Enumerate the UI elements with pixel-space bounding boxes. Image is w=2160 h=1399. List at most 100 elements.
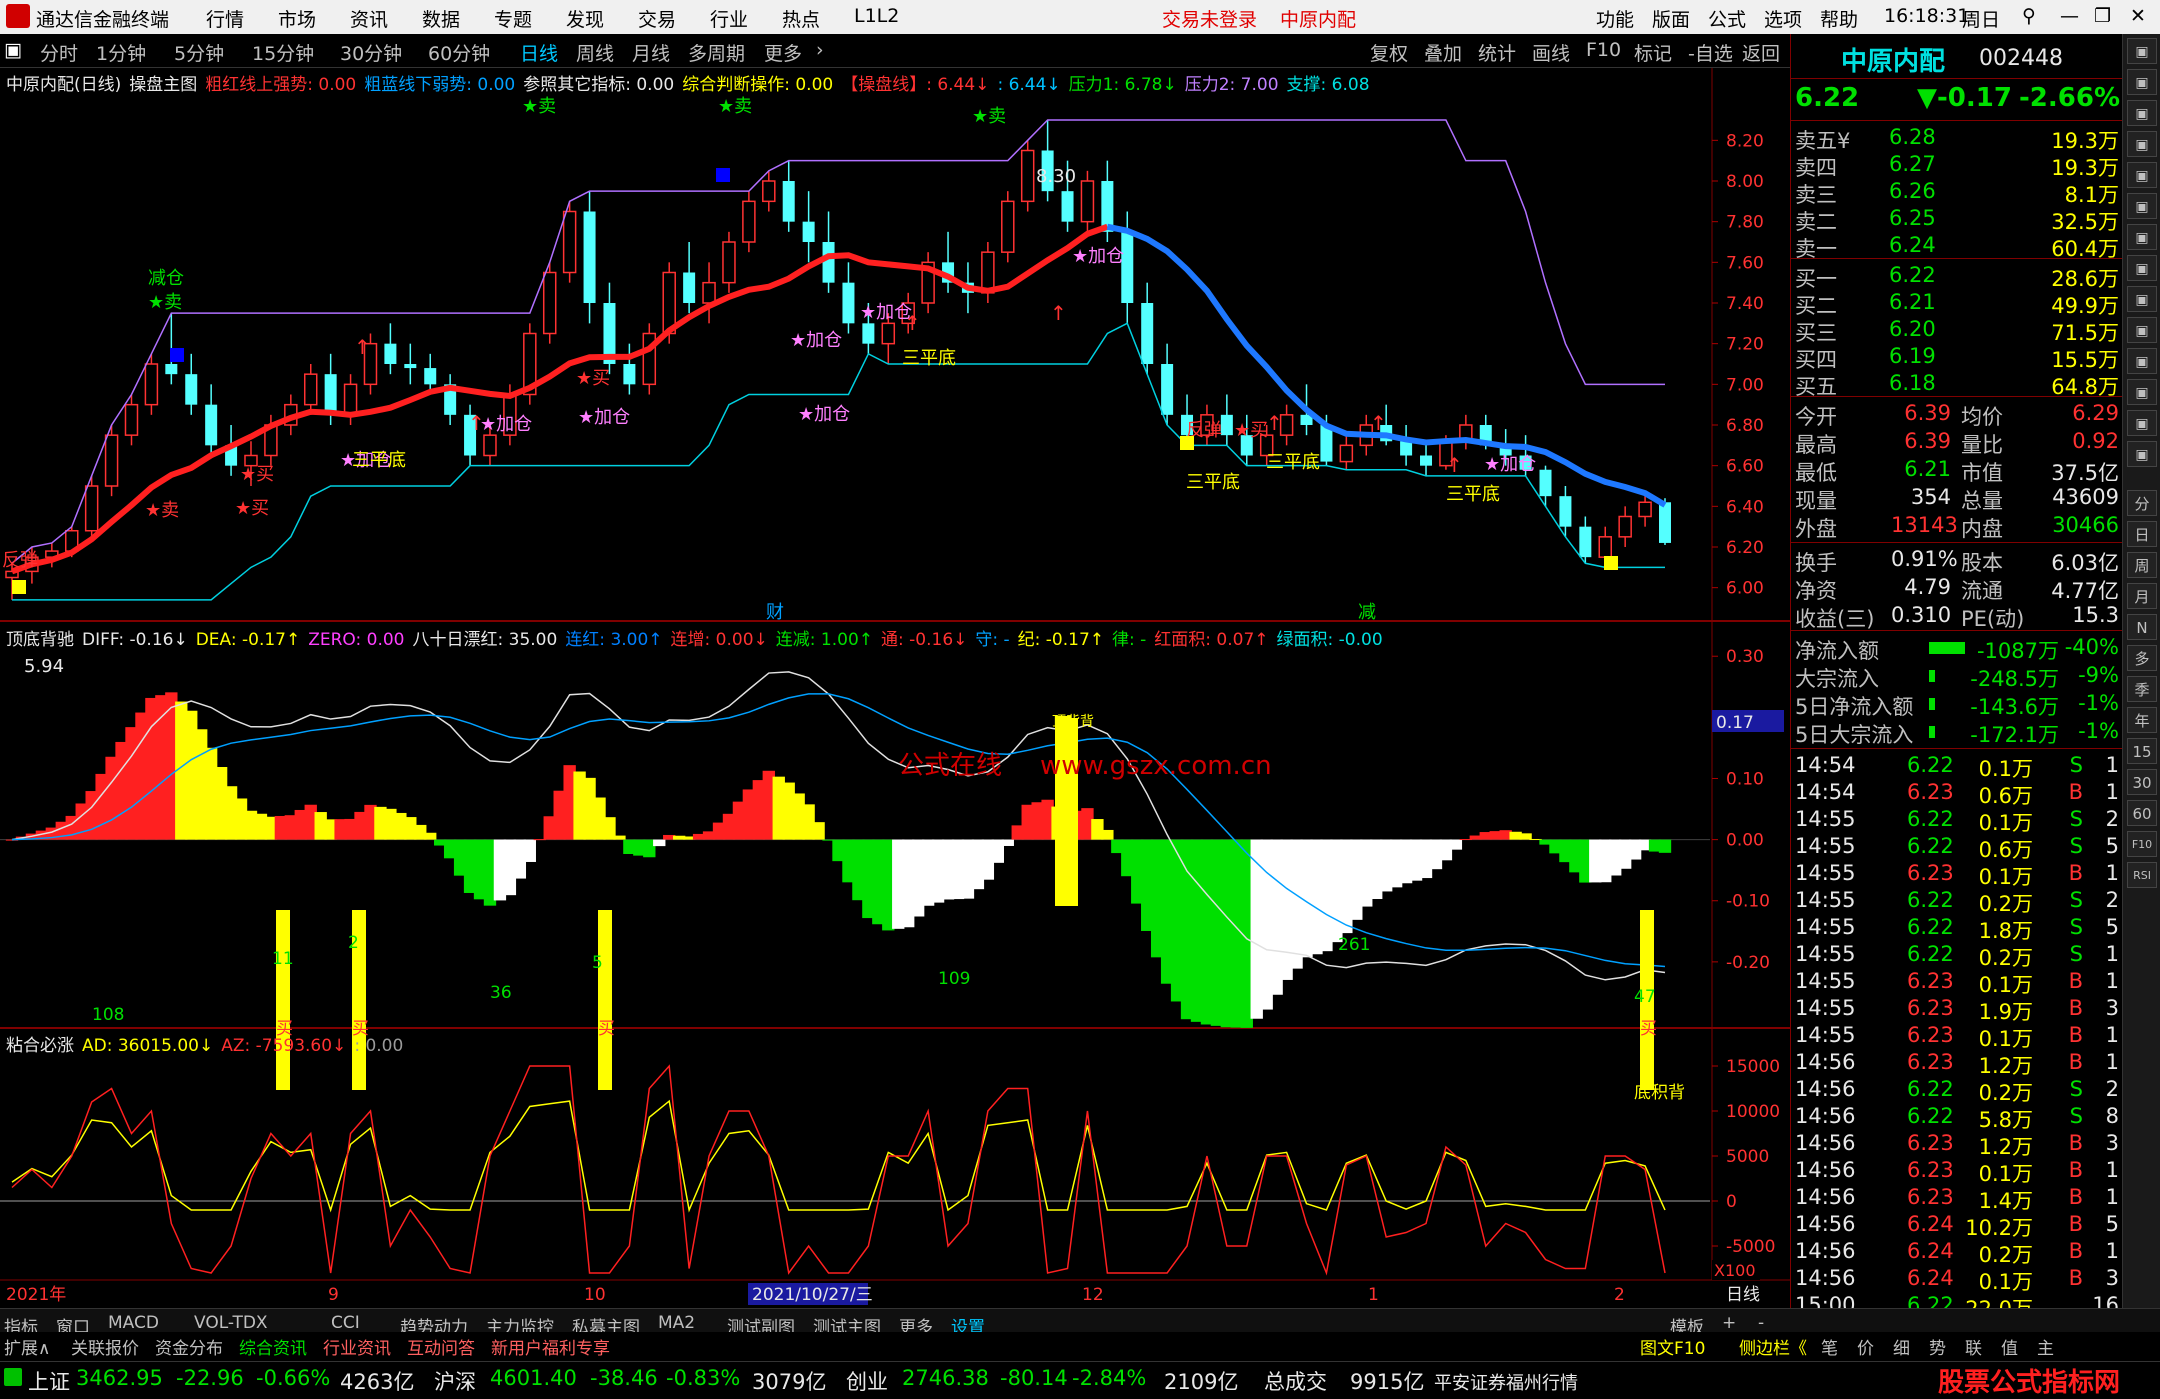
side-tool-icon[interactable]: ▣	[2127, 379, 2157, 405]
ask-row[interactable]: 卖五¥ 6.28 19.3万	[1791, 124, 2123, 153]
ask-row[interactable]: 卖三 6.26 8.1万	[1791, 178, 2123, 207]
side-panel-tab[interactable]: 侧边栏《	[1739, 1334, 1807, 1359]
side-panel-tab[interactable]: 细	[1893, 1334, 1910, 1359]
search-icon[interactable]: ⚲	[2022, 5, 2036, 27]
tick-row[interactable]: 14:55 6.22 0.2万 S 2	[1791, 887, 2123, 916]
menu-help[interactable]: 帮助	[1820, 5, 1858, 32]
side-panel-tab[interactable]: 值	[2001, 1334, 2018, 1359]
side-period-button[interactable]: N	[2127, 614, 2157, 640]
menu-hot[interactable]: 热点	[782, 5, 820, 32]
tick-row[interactable]: 14:55 6.22 0.6万 S 5	[1791, 833, 2123, 862]
side-panel-tab[interactable]: 图文F10	[1640, 1334, 1705, 1359]
menu-formula[interactable]: 公式	[1708, 5, 1746, 32]
chart-area[interactable]: 8.20 8.00 7.80 7.60 7.40 7.20 7.00 6.80 6.60 6.40…	[0, 68, 1790, 1308]
tick-row[interactable]: 14:56 6.23 1.2万 B 1	[1791, 1049, 2123, 1078]
menu-market[interactable]: 市场	[278, 5, 316, 32]
period-week[interactable]: 周线	[576, 39, 614, 66]
side-tool-icon[interactable]: ▣	[2127, 100, 2157, 126]
side-panel-tab[interactable]: 势	[1929, 1334, 1946, 1359]
menu-discover[interactable]: 发现	[566, 5, 604, 32]
close-icon[interactable]: ✕	[2130, 5, 2146, 27]
layout-icon[interactable]: ▣	[4, 39, 22, 61]
side-tool-icon[interactable]: ▣	[2127, 224, 2157, 250]
tick-row[interactable]: 14:54 6.22 0.1万 S 1	[1791, 752, 2123, 781]
minimize-icon[interactable]: —	[2060, 5, 2079, 27]
login-status[interactable]: 交易未登录	[1162, 5, 1257, 32]
back-button[interactable]: 返回	[1742, 39, 1780, 66]
template-tab[interactable]: -	[1758, 1313, 1764, 1333]
side-tool-icon[interactable]: ▣	[2127, 131, 2157, 157]
info-tab[interactable]: 行业资讯	[323, 1334, 391, 1359]
side-period-button[interactable]: 年	[2127, 707, 2157, 733]
tick-row[interactable]: 14:56 6.23 1.4万 B 1	[1791, 1184, 2123, 1213]
tick-row[interactable]: 14:55 6.23 0.1万 B 1	[1791, 1022, 2123, 1051]
tick-row[interactable]: 14:56 6.22 0.2万 S 2	[1791, 1076, 2123, 1105]
bid-row[interactable]: 买五 6.18 64.8万	[1791, 370, 2123, 399]
side-tool-icon[interactable]: ▣	[2127, 38, 2157, 64]
menu-news[interactable]: 资讯	[350, 5, 388, 32]
period-1min[interactable]: 1分钟	[96, 39, 146, 66]
indicator-tab[interactable]: VOL-TDX	[194, 1313, 268, 1333]
side-tool-icon[interactable]: ▣	[2127, 317, 2157, 343]
period-5min[interactable]: 5分钟	[174, 39, 224, 66]
bid-row[interactable]: 买二 6.21 49.9万	[1791, 289, 2123, 318]
side-panel-tab[interactable]: 笔	[1821, 1334, 1838, 1359]
sh-index-label[interactable]: 上证	[28, 1366, 70, 1396]
menu-l1l2[interactable]: L1L2	[854, 5, 899, 27]
f10-button[interactable]: F10	[1586, 39, 1621, 61]
side-tool-icon[interactable]: ▣	[2127, 193, 2157, 219]
tick-row[interactable]: 14:55 6.23 0.1万 B 1	[1791, 860, 2123, 889]
tick-row[interactable]: 14:55 6.23 0.1万 B 1	[1791, 968, 2123, 997]
tick-row[interactable]: 14:55 6.22 0.1万 S 2	[1791, 806, 2123, 835]
period-60min[interactable]: 60分钟	[428, 39, 490, 66]
ask-row[interactable]: 卖二 6.25 32.5万	[1791, 205, 2123, 234]
side-period-button[interactable]: RSI	[2127, 862, 2157, 888]
side-tool-icon[interactable]: ▣	[2127, 348, 2157, 374]
tick-row[interactable]: 14:56 6.23 0.1万 B 1	[1791, 1157, 2123, 1186]
favorite-button[interactable]: -自选	[1688, 39, 1733, 66]
main-legend-formula[interactable]: 操盘主图	[129, 75, 197, 95]
indicator-tab[interactable]: MACD	[108, 1313, 159, 1333]
side-period-button[interactable]: 日	[2127, 521, 2157, 547]
side-period-button[interactable]: 多	[2127, 645, 2157, 671]
bid-row[interactable]: 买一 6.22 28.6万	[1791, 262, 2123, 291]
indicator-tab[interactable]: MA2	[658, 1313, 695, 1333]
period-15min[interactable]: 15分钟	[252, 39, 314, 66]
tick-row[interactable]: 14:54 6.23 0.6万 B 1	[1791, 779, 2123, 808]
period-day[interactable]: 日线	[520, 39, 558, 66]
tick-row[interactable]: 14:56 6.24 0.1万 B 3	[1791, 1265, 2123, 1294]
side-period-button[interactable]: 季	[2127, 676, 2157, 702]
menu-topic[interactable]: 专题	[494, 5, 532, 32]
info-tab[interactable]: 互动问答	[407, 1334, 475, 1359]
ask-row[interactable]: 卖一 6.24 60.4万	[1791, 232, 2123, 261]
side-panel-tab[interactable]: 价	[1857, 1334, 1874, 1359]
indicator-tab[interactable]: CCI	[331, 1313, 360, 1333]
info-tab[interactable]: 资金分布	[155, 1334, 223, 1359]
tick-row[interactable]: 14:55 6.22 1.8万 S 5	[1791, 914, 2123, 943]
mark-button[interactable]: 标记	[1634, 39, 1672, 66]
overlay-button[interactable]: 叠加	[1424, 39, 1462, 66]
side-period-button[interactable]: 30	[2127, 769, 2157, 795]
info-tab[interactable]: 新用户福利专享	[491, 1334, 610, 1359]
period-minute[interactable]: 分时	[40, 39, 78, 66]
sz-index-label[interactable]: 沪深	[434, 1366, 476, 1396]
template-tab[interactable]: +	[1722, 1313, 1736, 1333]
menu-data[interactable]: 数据	[422, 5, 460, 32]
chevron-right-icon[interactable]: ›	[816, 39, 824, 61]
side-tool-icon[interactable]: ▣	[2127, 286, 2157, 312]
menu-layout[interactable]: 版面	[1652, 5, 1690, 32]
rights-adjust-button[interactable]: 复权	[1370, 39, 1408, 66]
tick-row[interactable]: 14:56 6.23 1.2万 B 3	[1791, 1130, 2123, 1159]
tick-row[interactable]: 14:56 6.22 5.8万 S 8	[1791, 1103, 2123, 1132]
statistics-button[interactable]: 统计	[1478, 39, 1516, 66]
side-panel-tab[interactable]: 主	[2037, 1334, 2054, 1359]
restore-icon[interactable]: ❐	[2094, 5, 2111, 27]
chart-canvas[interactable]: 8.20 8.00 7.80 7.60 7.40 7.20 7.00 6.80 6.60 6.40…	[0, 68, 1790, 1308]
cy-index-label[interactable]: 创业	[846, 1366, 888, 1396]
bid-row[interactable]: 买三 6.20 71.5万	[1791, 316, 2123, 345]
period-multi[interactable]: 多周期	[688, 39, 745, 66]
side-panel-tab[interactable]: 联	[1965, 1334, 1982, 1359]
side-period-button[interactable]: 分	[2127, 490, 2157, 516]
period-more[interactable]: 更多	[764, 39, 802, 66]
draw-line-button[interactable]: 画线	[1532, 39, 1570, 66]
